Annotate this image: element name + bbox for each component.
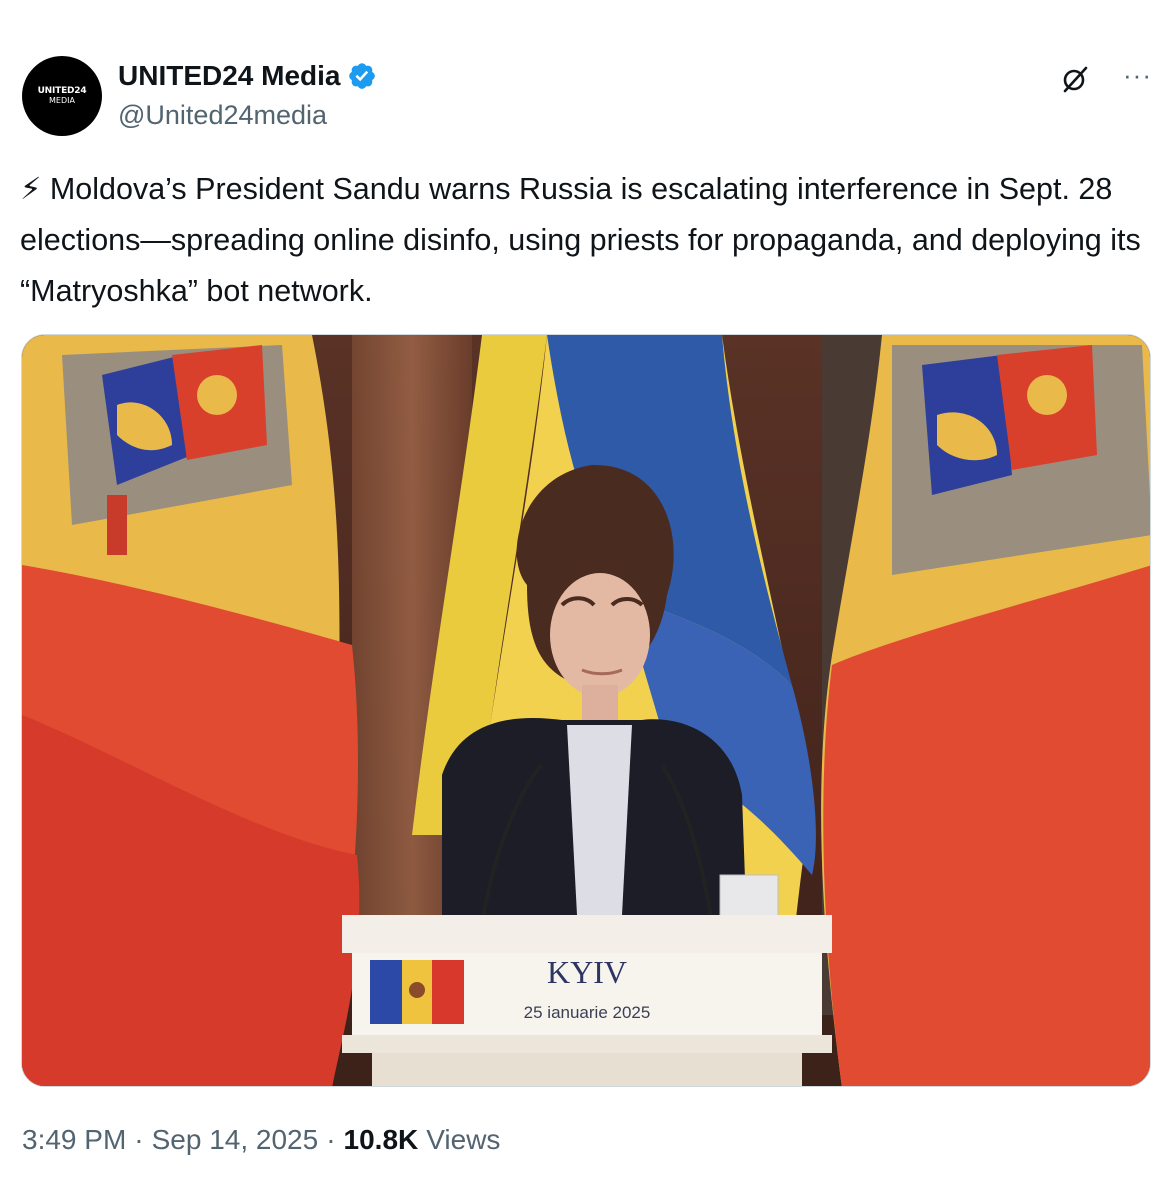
lightning-emoji-icon: ⚡ [20,172,42,206]
podium-city: KYIV [547,954,627,990]
author-block: UNITED24 Media @United24media [118,58,377,131]
display-name[interactable]: UNITED24 Media [118,60,341,92]
verified-badge-icon [348,63,375,89]
tweet-text: ⚡ Moldova’s President Sandu warns Russia… [20,164,1156,317]
views-label: Views [426,1124,501,1155]
podium [342,915,832,1086]
tweet-body: Moldova’s President Sandu warns Russia i… [20,172,1141,308]
avatar-text-line2: MEDIA [49,96,75,105]
name-row: UNITED24 Media [118,58,377,94]
tweet-meta: 3:49 PM · Sep 14, 2025 · 10.8K Views [22,1124,500,1156]
podium-date: 25 ianuarie 2025 [524,1003,651,1022]
moldova-flag-right [821,335,1150,1086]
avatar-text-line1: UNITED24 [37,86,87,96]
photo-illustration: KYIV 25 ianuarie 2025 [22,335,1150,1086]
views-count[interactable]: 10.8K [344,1124,419,1156]
tweet-header: UNITED24 MEDIA UNITED24 Media @United24m… [22,56,1152,140]
avatar[interactable]: UNITED24 MEDIA [22,56,102,136]
moldova-flag-left [22,335,360,1086]
meta-separator: · [326,1124,336,1155]
tweet-time[interactable]: 3:49 PM [22,1124,126,1156]
tweet-date[interactable]: Sep 14, 2025 [152,1124,319,1156]
more-options-icon[interactable]: ··· [1123,60,1152,91]
tweet-photo[interactable]: KYIV 25 ianuarie 2025 [21,334,1151,1087]
handle[interactable]: @United24media [118,100,377,131]
grok-icon[interactable] [1060,64,1090,94]
meta-separator: · [134,1124,144,1155]
